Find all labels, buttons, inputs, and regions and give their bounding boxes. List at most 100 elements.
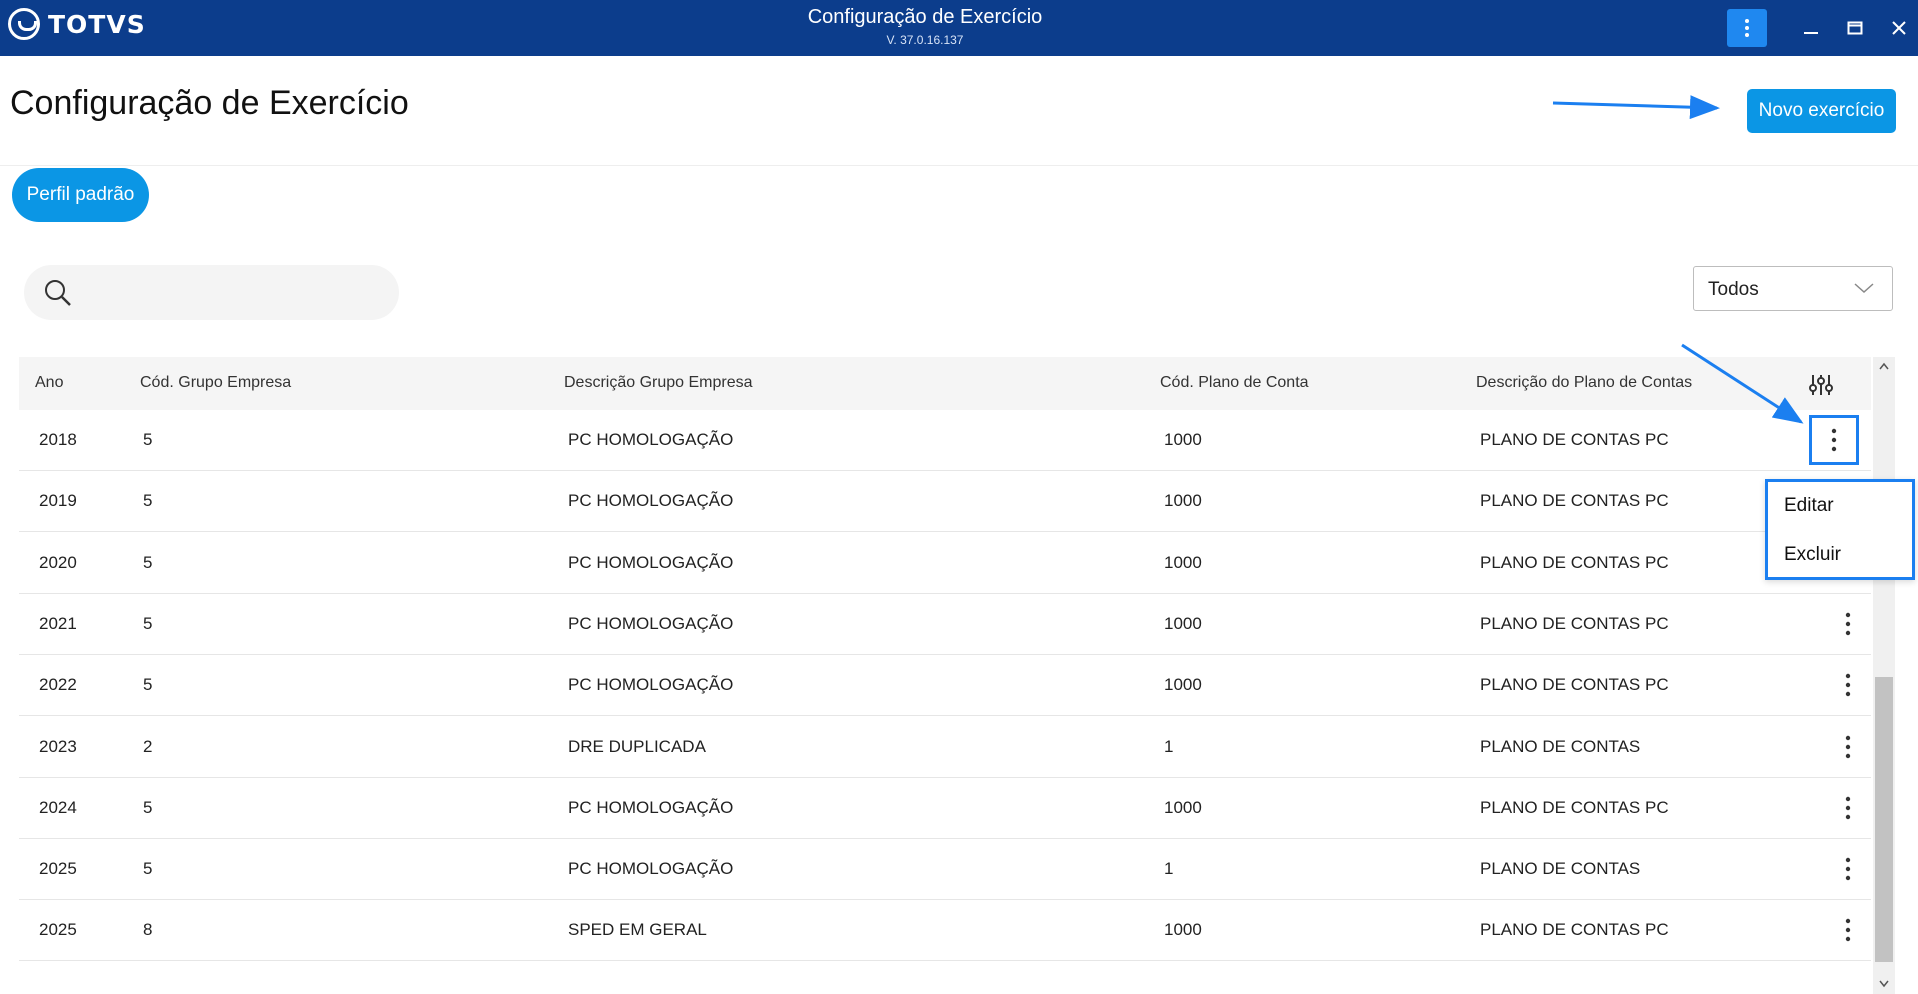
cell-plan-description: PLANO DE CONTAS PC <box>1480 675 1669 695</box>
cell-year: 2019 <box>39 491 77 511</box>
cell-group-description: PC HOMOLOGAÇÃO <box>568 859 734 879</box>
column-header-plan-description: Descrição do Plano de Contas <box>1476 374 1693 391</box>
column-header-group-description: Descrição Grupo Empresa <box>564 374 753 391</box>
scroll-thumb[interactable] <box>1875 677 1893 962</box>
scroll-up-icon <box>1879 362 1889 370</box>
cell-group-description: PC HOMOLOGAÇÃO <box>568 491 734 511</box>
row-actions-button[interactable] <box>1828 788 1868 828</box>
column-header-group-code: Cód. Grupo Empresa <box>140 374 292 391</box>
search-icon <box>45 280 71 306</box>
window-titlebar: TOTVS Configuração de Exercício V. 37.0.… <box>0 0 1918 56</box>
cell-group-code: 5 <box>143 859 153 879</box>
status-filter-value: Todos <box>1708 279 1759 300</box>
cell-group-description: PC HOMOLOGAÇÃO <box>568 797 734 817</box>
status-filter-select[interactable]: Todos <box>1693 266 1893 311</box>
table-header: Ano Cód. Grupo Empresa Descrição Grupo E… <box>19 357 1871 410</box>
table-row: 2022 5 PC HOMOLOGAÇÃO 1000 PLANO DE CONTAS P… <box>19 655 1871 717</box>
cell-plan-description: PLANO DE CONTAS <box>1480 736 1641 756</box>
cell-year: 2024 <box>39 797 77 817</box>
row-actions-button[interactable] <box>1828 665 1868 705</box>
exercise-table: Ano Cód. Grupo Empresa Descrição Grupo E… <box>19 357 1871 994</box>
window-title: Configuração de Exercício <box>807 6 1043 28</box>
minimize-button[interactable] <box>1799 16 1823 40</box>
table-row: 2024 5 PC HOMOLOGAÇÃO 1000 PLANO DE CONTAS P… <box>19 778 1871 839</box>
cell-plan-description: PLANO DE CONTAS PC <box>1480 797 1669 817</box>
cell-plan-description: PLANO DE CONTAS <box>1480 859 1641 879</box>
cell-plan-description: PLANO DE CONTAS PC <box>1480 430 1669 449</box>
cell-group-description: PC HOMOLOGAÇÃO <box>568 430 734 449</box>
page-header: Configuração de Exercício <box>0 56 1918 166</box>
cell-group-code: 8 <box>143 920 153 940</box>
scroll-down-icon <box>1879 980 1889 988</box>
cell-group-description: PC HOMOLOGAÇÃO <box>568 613 734 633</box>
window-menu-button[interactable] <box>1727 9 1767 47</box>
row-actions-button[interactable] <box>1809 415 1859 465</box>
table-row: 2025 5 PC HOMOLOGAÇÃO 1 PLANO DE CONTAS <box>19 839 1871 901</box>
cell-year: 2021 <box>39 613 77 633</box>
cell-group-description: PC HOMOLOGAÇÃO <box>568 552 734 572</box>
column-header-plan-code: Cód. Plano de Conta <box>1160 374 1309 391</box>
column-settings-button[interactable] <box>1803 367 1839 403</box>
cell-year: 2023 <box>39 736 77 756</box>
kebab-icon <box>1845 919 1851 942</box>
cell-year: 2018 <box>39 430 77 449</box>
kebab-icon <box>1845 673 1851 697</box>
cell-group-code: 5 <box>143 491 153 511</box>
chevron-down-icon <box>1854 283 1874 294</box>
cell-plan-description: PLANO DE CONTAS PC <box>1480 552 1669 572</box>
table-scrollbar[interactable] <box>1873 357 1895 994</box>
window-version: V. 37.0.16.137 <box>886 33 964 47</box>
maximize-button[interactable] <box>1843 16 1867 40</box>
cell-plan-description: PLANO DE CONTAS PC <box>1480 920 1669 940</box>
cell-plan-code: 1000 <box>1164 430 1202 449</box>
cell-group-description: PC HOMOLOGAÇÃO <box>568 675 734 695</box>
cell-plan-description: PLANO DE CONTAS PC <box>1480 491 1669 511</box>
cell-year: 2025 <box>39 859 77 879</box>
kebab-icon <box>1845 612 1851 636</box>
cell-plan-code: 1 <box>1164 736 1174 756</box>
table-row: 2020 5 PC HOMOLOGAÇÃO 1000 PLANO DE CONTAS P… <box>19 533 1871 594</box>
cell-group-description: SPED EM GERAL <box>568 920 707 940</box>
table-row: 2021 5 PC HOMOLOGAÇÃO 1000 PLANO DE CONTAS P… <box>19 594 1871 655</box>
cell-group-code: 5 <box>143 797 153 817</box>
cell-group-description: DRE DUPLICADA <box>568 736 706 756</box>
row-actions-button[interactable] <box>1828 910 1868 950</box>
menu-item-delete[interactable]: Excluir <box>1784 544 1841 566</box>
default-profile-button[interactable]: Perfil padrão <box>12 168 149 222</box>
maximize-icon <box>1847 21 1863 35</box>
menu-item-edit[interactable]: Editar <box>1784 495 1834 517</box>
cell-plan-code: 1000 <box>1164 613 1202 633</box>
table-row: 2025 8 SPED EM GERAL 1000 PLANO DE CONTAS PC <box>19 900 1871 962</box>
search-box[interactable] <box>24 265 399 320</box>
cell-group-code: 5 <box>143 552 153 572</box>
close-button[interactable] <box>1887 16 1911 40</box>
row-action-menu: Editar Excluir <box>1765 479 1915 580</box>
cell-plan-code: 1000 <box>1164 797 1202 817</box>
column-header-year: Ano <box>35 374 64 391</box>
cell-year: 2025 <box>39 920 77 940</box>
row-actions-button[interactable] <box>1828 849 1868 889</box>
table-row: 2023 2 DRE DUPLICADA 1 PLANO DE CONTAS <box>19 717 1871 778</box>
row-actions-button[interactable] <box>1828 727 1868 767</box>
kebab-icon <box>1845 735 1851 758</box>
page-title: Configuração de Exercício <box>10 84 409 122</box>
search-input[interactable] <box>84 275 384 310</box>
minimize-icon <box>1804 32 1818 34</box>
kebab-icon <box>1845 796 1851 819</box>
cell-plan-code: 1000 <box>1164 675 1202 695</box>
kebab-icon <box>1845 857 1851 881</box>
sliders-icon <box>1809 375 1833 395</box>
new-exercise-button[interactable]: Novo exercício <box>1747 89 1896 133</box>
cell-group-code: 2 <box>143 736 153 756</box>
cell-year: 2022 <box>39 675 77 695</box>
cell-group-code: 5 <box>143 430 153 449</box>
cell-plan-code: 1000 <box>1164 552 1202 572</box>
row-actions-button[interactable] <box>1828 604 1868 644</box>
cell-plan-code: 1 <box>1164 859 1174 879</box>
cell-plan-code: 1000 <box>1164 491 1202 511</box>
close-icon <box>1892 21 1906 35</box>
kebab-icon <box>1745 19 1749 37</box>
table-row: 2019 5 PC HOMOLOGAÇÃO 1000 PLANO DE CONTAS P… <box>19 471 1871 533</box>
cell-group-code: 5 <box>143 613 153 633</box>
cell-year: 2020 <box>39 552 77 572</box>
